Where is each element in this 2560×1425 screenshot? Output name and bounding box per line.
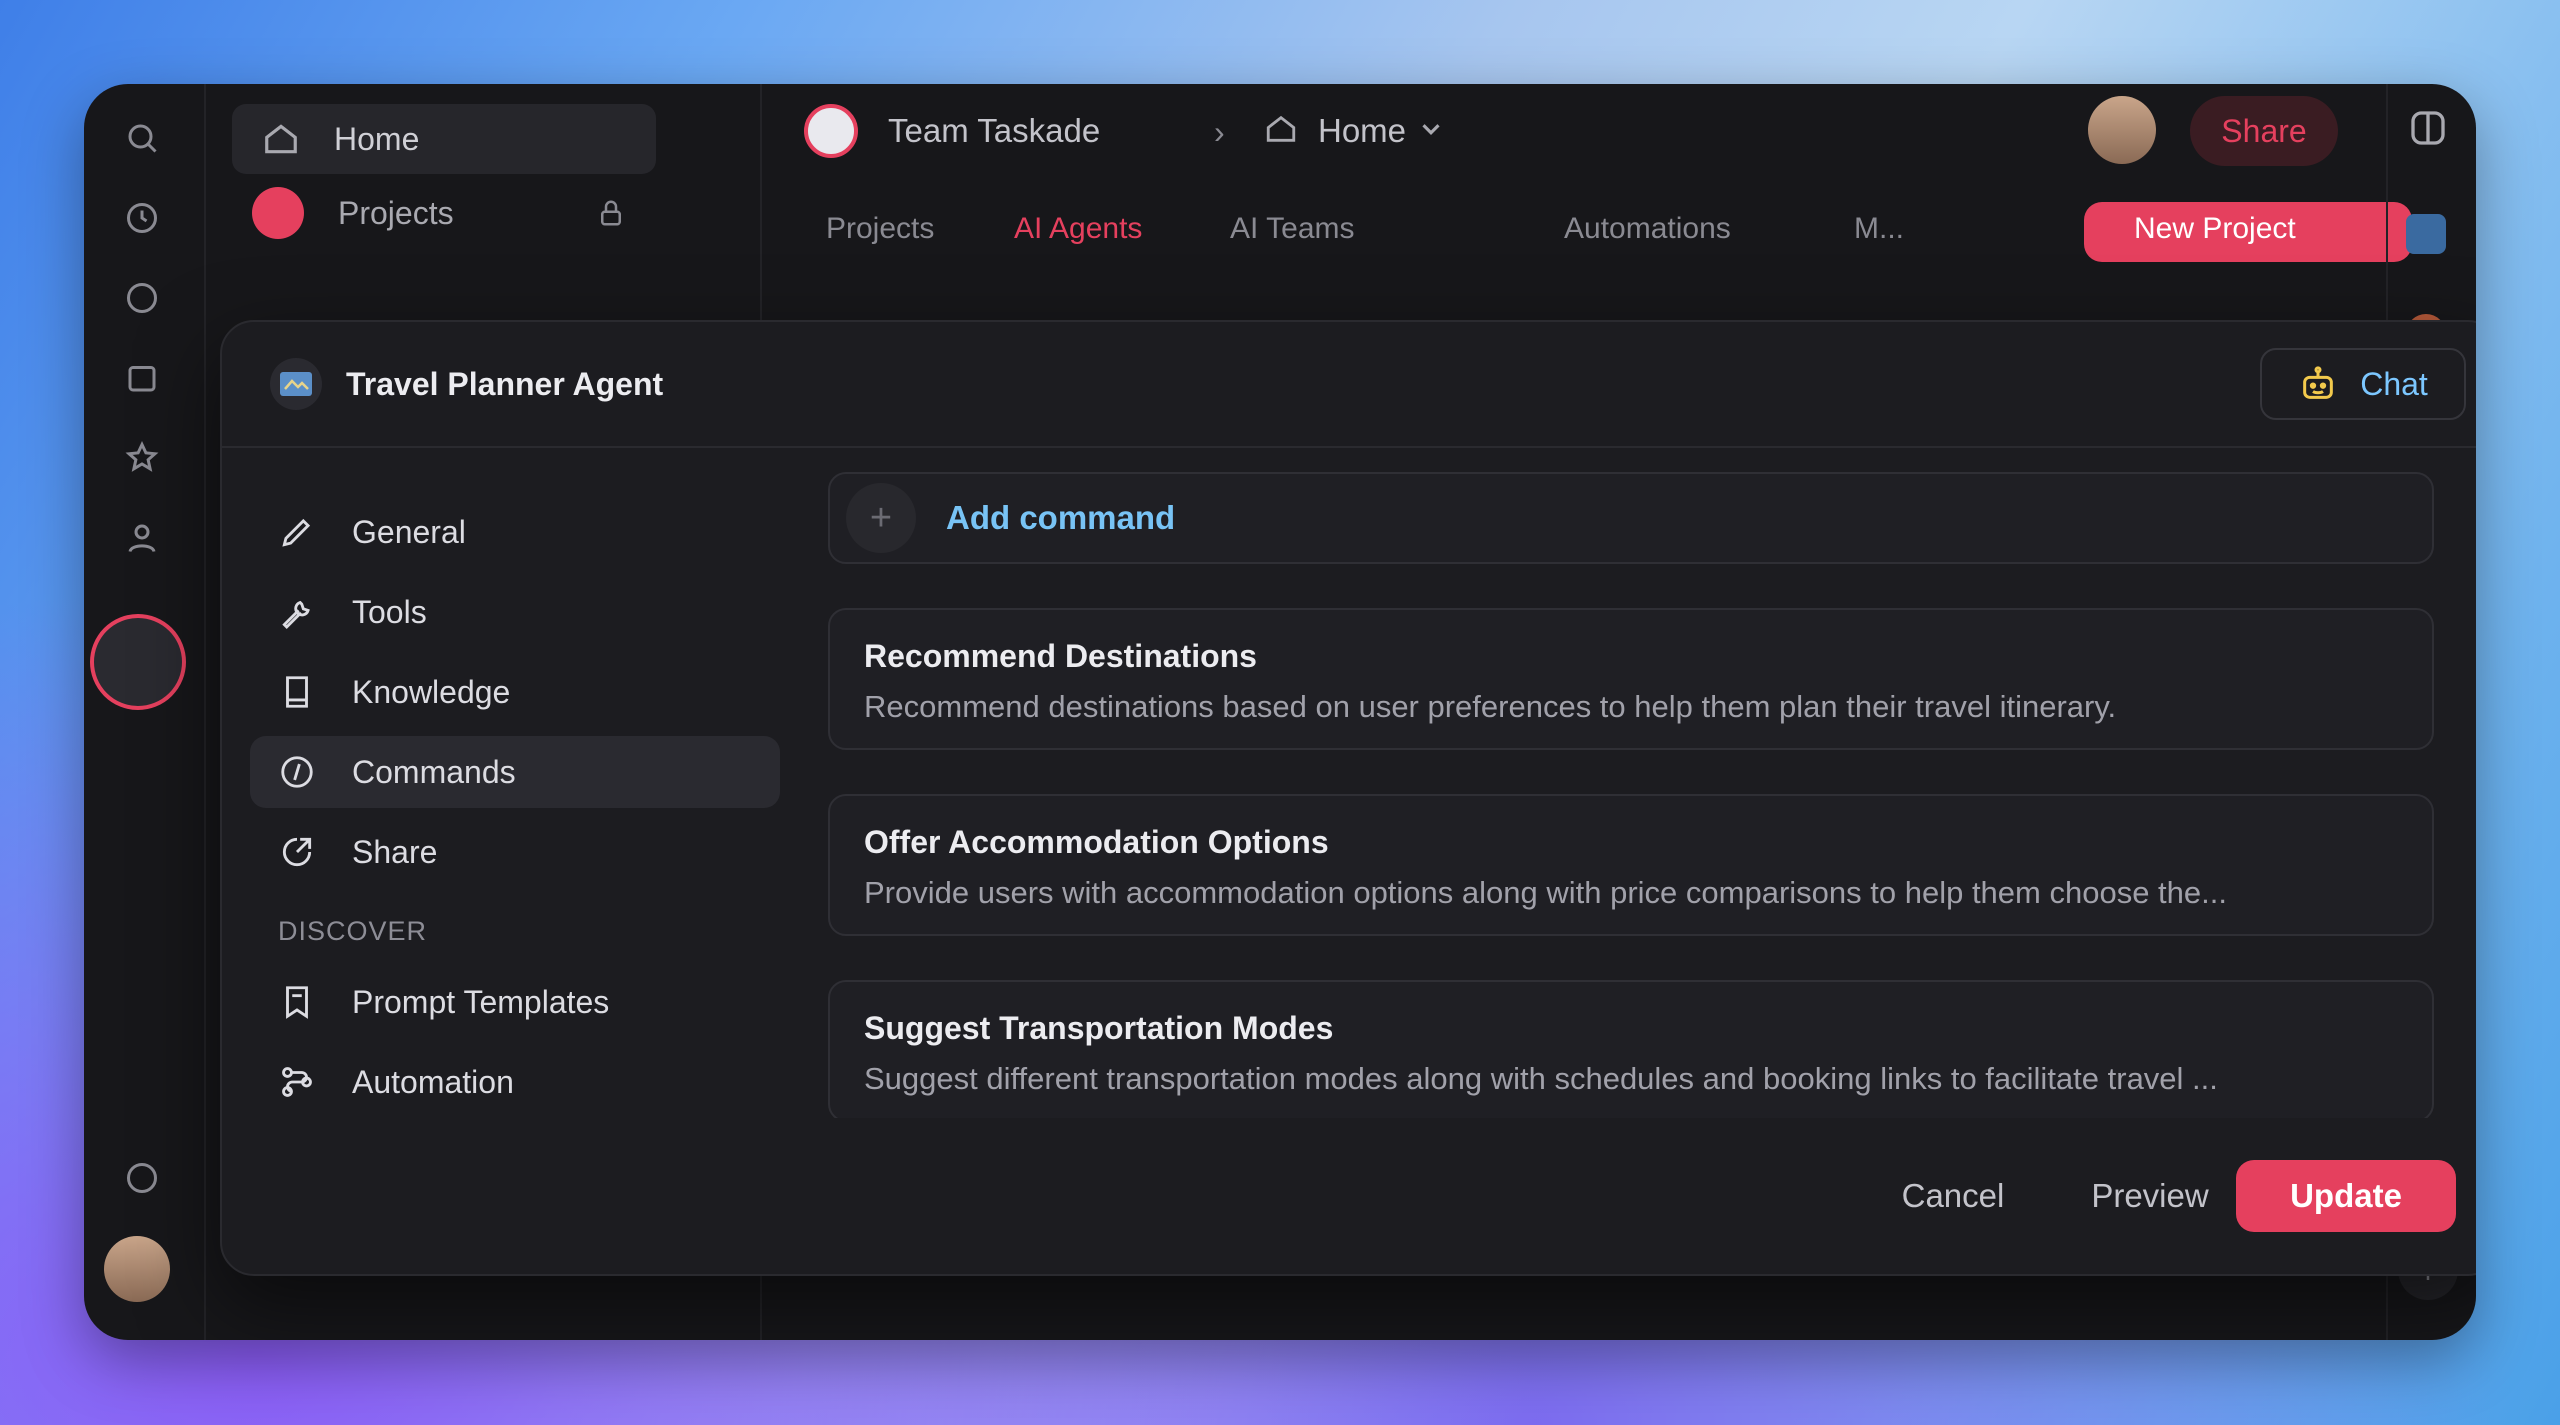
tab-more[interactable]: M... (1854, 212, 1904, 246)
command-description: Suggest different transportation modes a… (864, 1061, 2218, 1096)
nav-item-label: Prompt Templates (352, 983, 610, 1020)
sidebar-item-projects[interactable]: Projects (232, 178, 656, 248)
nav-item-prompt-templates[interactable]: Prompt Templates (250, 966, 780, 1038)
new-project-button[interactable]: New Project (2084, 202, 2412, 262)
nav-item-label: General (352, 513, 466, 550)
command-card[interactable]: Suggest Transportation Modes Suggest dif… (828, 980, 2434, 1118)
nav-item-knowledge[interactable]: Knowledge (250, 656, 780, 728)
nav-item-label: Share (352, 833, 438, 870)
tabs-row: Projects AI Agents AI Teams Automations … (764, 202, 2476, 262)
plus-icon: + (846, 483, 916, 553)
nav-item-label: Commands (352, 753, 516, 790)
panel-toggle-icon[interactable] (2408, 108, 2448, 148)
user-icon[interactable] (118, 514, 166, 562)
smile-icon[interactable] (118, 1154, 166, 1202)
share-button[interactable]: Share (2190, 96, 2338, 166)
chevron-down-icon[interactable] (1416, 114, 1446, 144)
cancel-button[interactable]: Cancel (1878, 1160, 2028, 1232)
left-rail (84, 84, 206, 1340)
projects-icon (252, 187, 304, 239)
user-avatar[interactable] (2088, 96, 2156, 164)
home-icon (262, 120, 300, 158)
automation-icon (278, 1063, 316, 1101)
wrench-icon (278, 593, 316, 631)
command-title: Suggest Transportation Modes (864, 1010, 1334, 1046)
chat-label: Chat (2360, 365, 2428, 402)
calendar-icon[interactable] (118, 354, 166, 402)
bookmark-icon (278, 983, 316, 1021)
workspace-avatar[interactable] (90, 614, 186, 710)
add-command-label: Add command (946, 499, 1176, 536)
sidebar-item-label: Home (334, 120, 420, 157)
book-icon (278, 673, 316, 711)
nav-item-label: Knowledge (352, 673, 511, 710)
agent-map-icon[interactable] (2406, 214, 2446, 254)
star-icon[interactable] (118, 434, 166, 482)
modal-header: Travel Planner Agent Chat (222, 322, 2476, 448)
agent-settings-modal: Travel Planner Agent Chat General Tools … (220, 320, 2476, 1276)
nav-item-label: Automation (352, 1063, 514, 1100)
user-avatar[interactable] (104, 1236, 170, 1302)
workspace-name[interactable]: Team Taskade (888, 112, 1100, 150)
lock-icon (596, 198, 626, 228)
breadcrumb-home-icon (1264, 112, 1298, 146)
command-description: Recommend destinations based on user pre… (864, 689, 2117, 724)
discover-heading: DISCOVER (278, 916, 428, 946)
command-title: Recommend Destinations (864, 638, 1257, 674)
command-title: Offer Accommodation Options (864, 824, 1329, 860)
add-command-button[interactable]: + Add command (828, 472, 2434, 564)
command-description: Provide users with accommodation options… (864, 875, 2227, 910)
breadcrumb[interactable]: Home (1318, 112, 1406, 150)
workspace-logo-icon[interactable] (804, 104, 858, 158)
app-window: Home Projects Team Taskade › Home Share … (84, 84, 2476, 1340)
robot-icon (2298, 364, 2338, 404)
commands-list: + Add command Recommend Destinations Rec… (828, 448, 2448, 1118)
nav-item-general[interactable]: General (250, 496, 780, 568)
nav-item-share[interactable]: Share (250, 816, 780, 888)
nav-item-tools[interactable]: Tools (250, 576, 780, 648)
command-card[interactable]: Recommend Destinations Recommend destina… (828, 608, 2434, 750)
chevron-right-icon: › (1214, 114, 1225, 150)
nav-item-label: Tools (352, 593, 427, 630)
top-bar: Team Taskade › Home Share (764, 84, 2476, 178)
command-icon (278, 753, 316, 791)
tab-projects[interactable]: Projects (826, 212, 934, 246)
tab-ai-agents[interactable]: AI Agents (1014, 212, 1142, 246)
share-icon (278, 833, 316, 871)
chat-button[interactable]: Chat (2260, 348, 2466, 420)
sidebar-item-home[interactable]: Home (232, 104, 656, 174)
command-card[interactable]: Offer Accommodation Options Provide user… (828, 794, 2434, 936)
update-button[interactable]: Update (2236, 1160, 2456, 1232)
modal-title: Travel Planner Agent (346, 365, 664, 402)
nav-item-commands[interactable]: Commands (250, 736, 780, 808)
search-icon[interactable] (118, 114, 166, 162)
preview-button[interactable]: Preview (2060, 1160, 2240, 1232)
modal-nav: General Tools Knowledge Commands Share D… (222, 448, 782, 1274)
clock-icon[interactable] (118, 194, 166, 242)
tab-ai-teams[interactable]: AI Teams (1230, 212, 1355, 246)
sidebar-item-label: Projects (338, 194, 454, 231)
nav-item-automation[interactable]: Automation (250, 1046, 780, 1118)
pencil-icon (278, 513, 316, 551)
map-icon (270, 358, 322, 410)
tab-automations[interactable]: Automations (1564, 212, 1731, 246)
check-circle-icon[interactable] (118, 274, 166, 322)
